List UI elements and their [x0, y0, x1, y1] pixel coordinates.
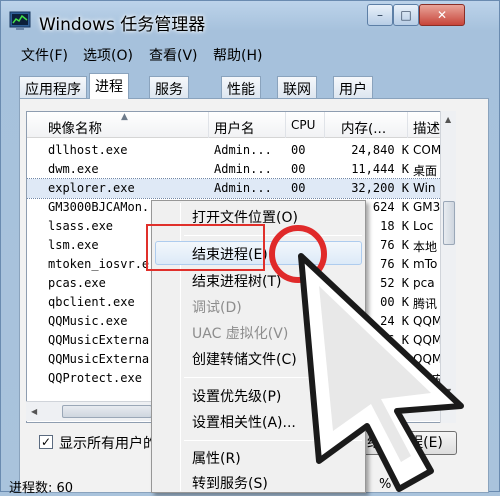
task-manager-window: Windows 任务管理器 – □ ✕ 文件(F) 选项(O) 查看(V) 帮助…: [0, 0, 500, 496]
tab-processes[interactable]: 进程: [89, 73, 129, 99]
mouse-pointer-icon: [298, 253, 464, 492]
